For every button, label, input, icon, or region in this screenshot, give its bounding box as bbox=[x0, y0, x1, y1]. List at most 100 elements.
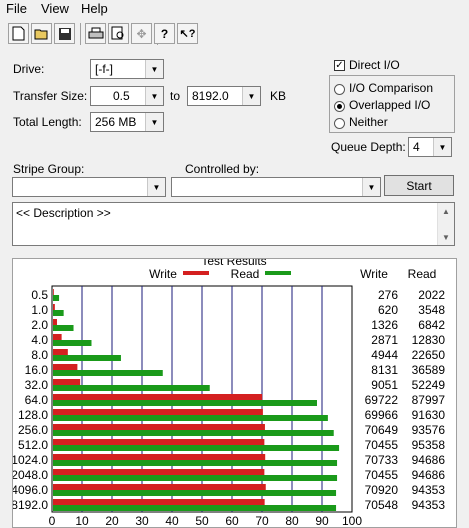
transfer-size-from-value: 0.5 bbox=[113, 89, 130, 103]
write-value-label: 276 bbox=[378, 288, 398, 302]
chevron-down-icon: ▼ bbox=[145, 60, 163, 78]
read-value-label: 95358 bbox=[412, 438, 446, 452]
category-label: 2048.0 bbox=[13, 468, 48, 482]
context-help-icon[interactable]: ↖? bbox=[177, 23, 198, 44]
read-column-header: Read bbox=[408, 267, 437, 281]
queue-depth-select[interactable]: 4 ▼ bbox=[408, 137, 452, 157]
menu-view[interactable]: View bbox=[41, 1, 69, 16]
drive-select[interactable]: [-f-] ▼ bbox=[90, 59, 164, 79]
toolbar: ✥ ? ↖? bbox=[0, 20, 469, 48]
transfer-size-to-select[interactable]: 8192.0 ▼ bbox=[187, 86, 261, 106]
x-tick-label: 60 bbox=[225, 514, 239, 527]
total-length-value: 256 MB bbox=[95, 115, 137, 129]
write-value-label: 8131 bbox=[371, 363, 398, 377]
write-value-label: 620 bbox=[378, 303, 398, 317]
write-column-header: Write bbox=[360, 267, 388, 281]
read-value-label: 94353 bbox=[412, 483, 446, 497]
read-value-label: 22650 bbox=[412, 348, 446, 362]
x-tick-label: 30 bbox=[135, 514, 149, 527]
write-value-label: 4944 bbox=[371, 348, 398, 362]
read-bar bbox=[53, 385, 210, 391]
chevron-down-icon: ▼ bbox=[242, 87, 260, 105]
category-label: 1024.0 bbox=[13, 453, 48, 467]
description-scrollbar[interactable]: ▲ ▼ bbox=[437, 203, 454, 245]
start-button[interactable]: Start bbox=[384, 175, 454, 196]
description-field[interactable]: << Description >> ▲ ▼ bbox=[12, 202, 455, 246]
chevron-down-icon: ▼ bbox=[433, 138, 451, 156]
read-legend-label: Read bbox=[231, 267, 260, 281]
write-bar bbox=[53, 319, 57, 325]
x-tick-label: 10 bbox=[75, 514, 89, 527]
help-icon[interactable]: ? bbox=[154, 23, 175, 44]
scroll-down-icon[interactable]: ▼ bbox=[438, 229, 454, 245]
stripe-group-label: Stripe Group: bbox=[13, 162, 85, 176]
transfer-size-unit: KB bbox=[270, 89, 287, 103]
write-value-label: 70649 bbox=[365, 423, 399, 437]
total-length-select[interactable]: 256 MB ▼ bbox=[90, 112, 164, 132]
overlapped-io-label: Overlapped I/O bbox=[349, 98, 431, 112]
transfer-size-to-label: to bbox=[170, 89, 181, 103]
total-length-label: Total Length: bbox=[13, 115, 82, 129]
print-preview-icon[interactable] bbox=[108, 23, 129, 44]
chevron-down-icon: ▼ bbox=[145, 87, 163, 105]
x-tick-label: 100 bbox=[342, 514, 362, 527]
io-comparison-radio[interactable] bbox=[334, 84, 345, 95]
category-label: 4.0 bbox=[31, 333, 48, 347]
x-tick-label: 20 bbox=[105, 514, 119, 527]
test-results-panel: Test Results Write Read Write Read 0 10 20… bbox=[12, 258, 457, 528]
transfer-size-label: Transfer Size: bbox=[13, 89, 88, 103]
menu-help[interactable]: Help bbox=[81, 1, 108, 16]
write-bar bbox=[53, 409, 263, 415]
x-tick-label: 70 bbox=[255, 514, 269, 527]
read-value-label: 36589 bbox=[412, 363, 446, 377]
category-label: 128.0 bbox=[18, 408, 48, 422]
scroll-up-icon[interactable]: ▲ bbox=[438, 203, 454, 219]
transfer-size-from-select[interactable]: 0.5 ▼ bbox=[90, 86, 164, 106]
read-bar bbox=[53, 400, 317, 406]
write-value-label: 70920 bbox=[365, 483, 399, 497]
new-icon[interactable] bbox=[8, 23, 29, 44]
overlapped-io-radio[interactable] bbox=[334, 101, 345, 112]
neither-radio[interactable] bbox=[334, 118, 345, 129]
read-bar bbox=[53, 490, 337, 496]
direct-io-checkbox[interactable]: ✓ bbox=[334, 60, 345, 71]
results-chart: Test Results Write Read Write Read 0 10 20… bbox=[13, 259, 446, 527]
controlled-by-select[interactable]: ▼ bbox=[171, 177, 381, 197]
write-bar bbox=[53, 454, 266, 460]
move-icon[interactable]: ✥ bbox=[131, 23, 152, 44]
read-value-label: 12830 bbox=[412, 333, 446, 347]
write-value-label: 69966 bbox=[365, 408, 399, 422]
write-value-label: 1326 bbox=[371, 318, 398, 332]
read-value-label: 2022 bbox=[418, 288, 445, 302]
write-legend-label: Write bbox=[149, 267, 177, 281]
x-tick-label: 80 bbox=[285, 514, 299, 527]
category-label: 4096.0 bbox=[13, 483, 48, 497]
controlled-by-label: Controlled by: bbox=[185, 162, 260, 176]
menu-bar: File View Help bbox=[0, 0, 469, 18]
write-bar bbox=[53, 289, 54, 295]
category-label: 1.0 bbox=[31, 303, 48, 317]
write-bar bbox=[53, 484, 266, 490]
category-label: 512.0 bbox=[18, 438, 48, 452]
write-legend-swatch bbox=[183, 271, 209, 275]
save-icon[interactable] bbox=[54, 23, 75, 44]
read-bar bbox=[53, 445, 340, 451]
print-icon[interactable] bbox=[85, 23, 106, 44]
write-value-label: 70733 bbox=[365, 453, 399, 467]
menu-file[interactable]: File bbox=[6, 1, 27, 16]
category-label: 64.0 bbox=[25, 393, 49, 407]
drive-value: [-f-] bbox=[95, 62, 113, 76]
read-bar bbox=[53, 355, 121, 361]
write-bar bbox=[53, 439, 265, 445]
read-bar bbox=[53, 460, 338, 466]
read-value-label: 91630 bbox=[412, 408, 446, 422]
read-bar bbox=[53, 325, 74, 331]
write-bar bbox=[53, 334, 62, 340]
stripe-group-select[interactable]: ▼ bbox=[12, 177, 166, 197]
x-tick-label: 50 bbox=[195, 514, 209, 527]
open-icon[interactable] bbox=[31, 23, 52, 44]
chevron-down-icon: ▼ bbox=[145, 113, 163, 131]
transfer-size-to-value: 8192.0 bbox=[192, 89, 229, 103]
x-tick-label: 90 bbox=[315, 514, 329, 527]
write-bar bbox=[53, 349, 68, 355]
